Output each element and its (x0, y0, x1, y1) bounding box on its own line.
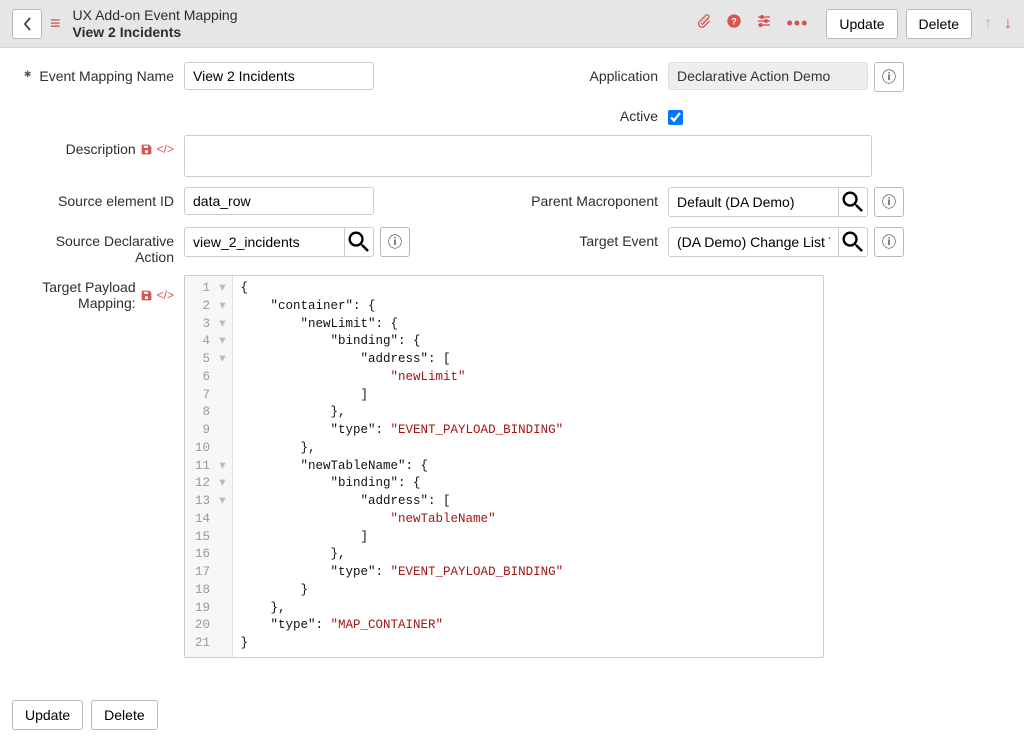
application-label: Application (518, 62, 668, 84)
parent-macroponent-field[interactable] (668, 187, 838, 217)
prev-record-icon: ↑ (984, 15, 992, 33)
description-label: Description </> (18, 135, 184, 157)
source-declarative-action-label: Source Declarative Action (18, 227, 184, 265)
page-heading: UX Add-on Event Mapping (73, 7, 238, 23)
back-button[interactable] (12, 9, 42, 39)
save-icon[interactable] (140, 143, 153, 156)
form-header: ≡ UX Add-on Event Mapping View 2 Inciden… (0, 0, 1024, 48)
attachment-icon[interactable] (696, 13, 712, 34)
target-event-label: Target Event (518, 227, 668, 249)
header-title-block: UX Add-on Event Mapping View 2 Incidents (73, 7, 238, 39)
footer-update-button[interactable]: Update (12, 700, 83, 730)
source-declarative-action-search-icon[interactable] (344, 227, 374, 257)
form-footer: Update Delete (0, 676, 1024, 754)
update-button[interactable]: Update (826, 9, 897, 39)
event-mapping-name-label: Event Mapping Name (18, 62, 184, 84)
footer-delete-button[interactable]: Delete (91, 700, 157, 730)
code-toggle-icon[interactable]: </> (157, 288, 174, 302)
source-element-id-field[interactable] (184, 187, 374, 215)
target-event-search-icon[interactable] (838, 227, 868, 257)
parent-macroponent-search-icon[interactable] (838, 187, 868, 217)
next-record-icon[interactable]: ↓ (1004, 15, 1012, 33)
code-toggle-icon[interactable]: </> (157, 142, 174, 156)
application-info-icon[interactable]: ⓘ (874, 62, 904, 92)
help-icon[interactable]: ? (726, 13, 742, 34)
target-payload-mapping-editor[interactable]: 1 ▾ 2 ▾ 3 ▾ 4 ▾ 5 ▾ 6 7 8 9 10 11 ▾ 12 ▾… (184, 275, 824, 658)
source-declarative-action-field[interactable] (184, 227, 344, 257)
more-actions-icon[interactable]: ••• (786, 13, 808, 34)
target-event-info-icon[interactable]: ⓘ (874, 227, 904, 257)
target-event-field[interactable] (668, 227, 838, 257)
description-field[interactable] (184, 135, 872, 177)
save-icon[interactable] (140, 289, 153, 302)
active-label: Active (518, 102, 668, 124)
event-mapping-name-field[interactable] (184, 62, 374, 90)
parent-macroponent-label: Parent Macroponent (518, 187, 668, 209)
menu-icon[interactable]: ≡ (50, 13, 61, 34)
settings-sliders-icon[interactable] (756, 13, 772, 34)
source-declarative-action-info-icon[interactable]: ⓘ (380, 227, 410, 257)
target-payload-mapping-label: Target Payload Mapping: </> (18, 275, 184, 311)
parent-macroponent-info-icon[interactable]: ⓘ (874, 187, 904, 217)
svg-text:?: ? (732, 16, 738, 26)
record-name: View 2 Incidents (73, 24, 238, 40)
source-element-id-label: Source element ID (18, 187, 184, 209)
code-body[interactable]: { "container": { "newLimit": { "binding"… (233, 276, 823, 657)
active-checkbox[interactable] (668, 110, 683, 125)
delete-button[interactable]: Delete (906, 9, 972, 39)
application-field: Declarative Action Demo (668, 62, 868, 90)
form-body: Event Mapping Name Application Declarati… (0, 48, 1024, 676)
code-gutter: 1 ▾ 2 ▾ 3 ▾ 4 ▾ 5 ▾ 6 7 8 9 10 11 ▾ 12 ▾… (185, 276, 233, 657)
